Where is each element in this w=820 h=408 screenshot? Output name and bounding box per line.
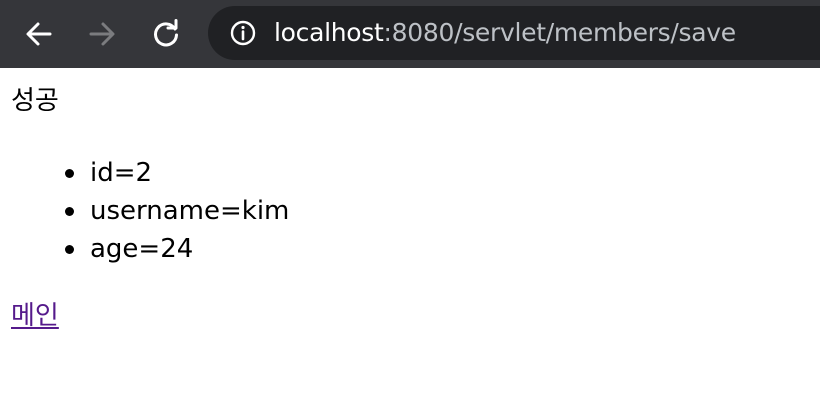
- back-button[interactable]: [17, 12, 61, 56]
- info-icon[interactable]: [230, 20, 256, 46]
- bullet-icon: [65, 169, 74, 178]
- reload-button[interactable]: [144, 12, 188, 56]
- forward-arrow-icon: [89, 22, 115, 46]
- url-path: :8080/servlet/members/save: [383, 18, 737, 47]
- browser-toolbar: localhost:8080/servlet/members/save: [0, 0, 820, 68]
- bullet-icon: [65, 207, 74, 216]
- bullet-icon: [65, 245, 74, 254]
- page-content: 성공 id=2 username=kim age=24 메인: [0, 68, 820, 408]
- list-item: age=24: [0, 232, 289, 270]
- member-id: id=2: [90, 158, 153, 188]
- back-arrow-icon: [26, 22, 52, 46]
- forward-button[interactable]: [80, 12, 124, 56]
- member-age: age=24: [90, 234, 194, 264]
- member-username: username=kim: [90, 196, 290, 226]
- reload-icon: [154, 19, 178, 47]
- url-text[interactable]: localhost:8080/servlet/members/save: [274, 18, 736, 48]
- list-item: id=2: [0, 156, 289, 194]
- address-bar[interactable]: localhost:8080/servlet/members/save: [208, 6, 820, 60]
- member-info-list: id=2 username=kim age=24: [0, 156, 289, 270]
- status-text: 성공: [11, 86, 59, 116]
- main-link[interactable]: 메인: [11, 300, 59, 332]
- url-host: localhost: [274, 18, 384, 47]
- list-item: username=kim: [0, 194, 289, 232]
